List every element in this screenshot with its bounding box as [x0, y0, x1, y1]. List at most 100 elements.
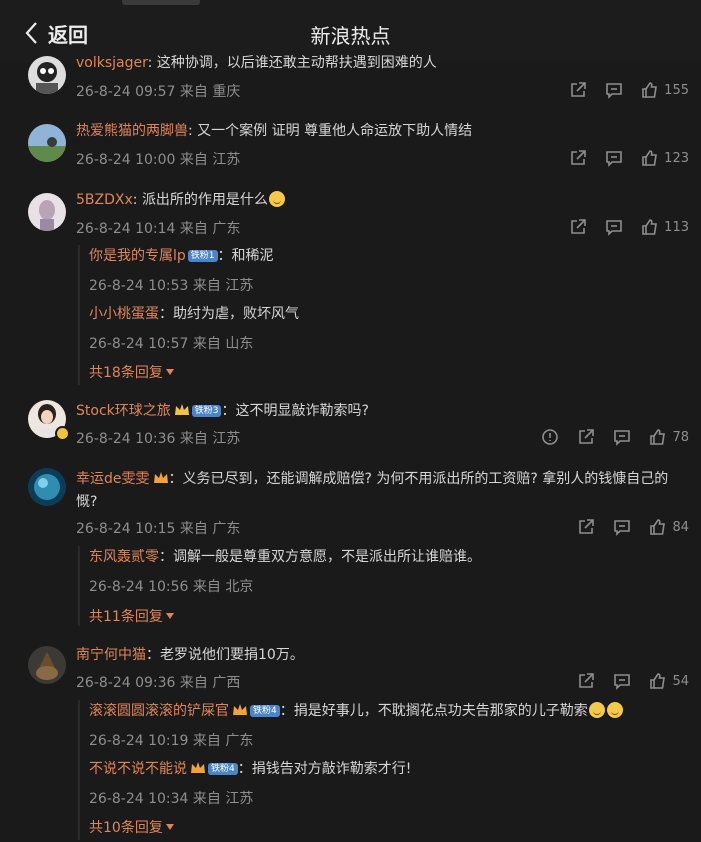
comment-icon — [606, 151, 622, 167]
emoji-icon — [588, 702, 605, 718]
reply-body: 调解一般是尊重双方意愿，不是派出所让谁赔谁。 — [173, 549, 481, 565]
comment-button[interactable] — [613, 518, 631, 536]
comment-body: 这种协调，以后谁还敢主动帮扶遇到困难的人 — [156, 55, 437, 71]
avatar[interactable] — [28, 646, 66, 684]
reply-username[interactable]: 东风轰贰零 — [89, 549, 159, 565]
separator: ： — [146, 647, 160, 663]
comment-button[interactable] — [613, 672, 631, 690]
like-button[interactable]: 123 — [641, 149, 689, 167]
reply-username[interactable]: 小小桃蛋蛋 — [89, 306, 159, 322]
separator: ： — [168, 471, 183, 487]
reply-body: 捐是好事儿，不耽搁花点功夫告那家的儿子勒索 — [293, 703, 588, 719]
comment-button[interactable] — [605, 218, 623, 236]
comment-body: 这不明显敲诈勒索吗? — [235, 403, 369, 419]
comment-icon — [614, 430, 631, 446]
comment-username[interactable]: 5BZDXx — [76, 192, 133, 208]
comment-username[interactable]: 幸运de雯雯 — [76, 471, 150, 487]
comment-text: Stock环球之旅 铁粉3 ：这不明显敲诈勒索吗? — [76, 400, 681, 423]
comment-actions: 54 — [559, 672, 689, 690]
comment-button[interactable] — [613, 428, 631, 446]
comment-location: 来自 广西 — [179, 675, 241, 691]
reply-thread: 你是我的专属lp 铁粉1 ：和稀泥 26-8-24 10:53 来自 江苏 小小桃蛋… — [78, 245, 688, 385]
share-button[interactable] — [577, 672, 595, 690]
report-button[interactable] — [541, 428, 559, 446]
comment-icon — [606, 83, 622, 99]
comment-icon — [614, 520, 631, 536]
verified-badge — [55, 426, 70, 441]
avatar[interactable] — [28, 56, 66, 94]
comment-location: 来自 江苏 — [179, 431, 241, 447]
share-icon — [571, 150, 586, 165]
comment-actions: 123 — [551, 149, 689, 167]
share-button[interactable] — [569, 81, 587, 99]
avatar[interactable] — [28, 193, 66, 231]
comment-body: 又一个案例 证明 尊重他人命运放下助人情结 — [197, 123, 473, 139]
caret-down-icon — [165, 613, 174, 619]
more-replies-link[interactable]: 共10条回复 — [89, 817, 174, 837]
comment-button[interactable] — [605, 149, 623, 167]
comment-username[interactable]: Stock环球之旅 — [76, 403, 171, 419]
comment-icon — [606, 220, 622, 236]
share-icon — [579, 673, 595, 688]
comment-actions: 155 — [551, 81, 689, 99]
reply-location: 来自 广东 — [192, 733, 254, 749]
avatar[interactable] — [28, 124, 66, 162]
share-icon — [571, 219, 586, 234]
comment-time: 26-8-24 10:14 — [76, 221, 176, 237]
reply-time: 26-8-24 10:19 — [89, 733, 189, 749]
like-button[interactable]: 78 — [649, 428, 689, 446]
like-count: 113 — [664, 219, 689, 235]
reply-location: 来自 北京 — [192, 579, 254, 595]
more-replies-link[interactable]: 共11条回复 — [89, 606, 174, 626]
more-replies-label: 共11条回复 — [89, 609, 163, 625]
reply-location: 来自 江苏 — [192, 791, 254, 807]
comment-meta: 26-8-24 10:14 来自 广东 — [76, 218, 240, 238]
reply-item: 不说不说不能说 铁粉4 ：捐钱告对方敲诈勒索才行! 26-8-24 10:34 来自… — [89, 758, 688, 808]
reply-body: 捐钱告对方敲诈勒索才行! — [251, 761, 412, 777]
separator: ： — [217, 248, 232, 264]
fan-badge: 铁粉3 — [191, 405, 222, 417]
separator: ： — [159, 306, 173, 322]
like-button[interactable]: 84 — [649, 518, 689, 536]
reply-item: 东风轰贰零：调解一般是尊重双方意愿，不是派出所让谁赔谁。 26-8-24 10:… — [89, 546, 688, 596]
crown-icon — [191, 762, 205, 773]
comment-username[interactable]: volksjager — [76, 55, 148, 71]
comment-meta: 26-8-24 10:15 来自 广东 — [76, 518, 240, 538]
share-button[interactable] — [577, 518, 595, 536]
comment-location: 来自 江苏 — [179, 152, 241, 168]
share-icon — [579, 519, 595, 534]
comment-actions: 113 — [551, 218, 689, 236]
separator: ： — [237, 761, 252, 777]
emoji-icon — [606, 702, 623, 718]
share-button[interactable] — [569, 218, 587, 236]
comment-time: 26-8-24 09:57 — [76, 84, 176, 100]
like-button[interactable]: 155 — [641, 81, 689, 99]
separator: : — [188, 123, 198, 139]
like-button[interactable]: 113 — [641, 218, 689, 236]
more-replies-label: 共10条回复 — [89, 820, 163, 836]
separator: ： — [159, 549, 173, 565]
like-button[interactable]: 54 — [649, 672, 689, 690]
avatar[interactable] — [28, 468, 66, 506]
share-button[interactable] — [569, 149, 587, 167]
reply-body: 助纣为虐，败坏风气 — [173, 306, 299, 322]
comment-button[interactable] — [605, 81, 623, 99]
comment-username[interactable]: 热爱熊猫的两脚兽 — [76, 123, 188, 139]
more-replies-link[interactable]: 共18条回复 — [89, 362, 174, 382]
comment-username[interactable]: 南宁何中猫 — [76, 647, 146, 663]
comment-location: 来自 重庆 — [179, 84, 241, 100]
comment-time: 26-8-24 10:36 — [76, 431, 176, 447]
share-button[interactable] — [577, 428, 595, 446]
reply-username[interactable]: 你是我的专属lp — [89, 248, 186, 264]
comment-meta: 26-8-24 10:36 来自 江苏 — [76, 428, 240, 448]
reply-time: 26-8-24 10:56 — [89, 579, 189, 595]
fan-badge: 铁粉4 — [250, 705, 280, 717]
like-count: 78 — [672, 429, 689, 445]
reply-username[interactable]: 滚滚圆圆滚滚的铲屎官 — [89, 703, 229, 719]
comment-actions: 84 — [559, 518, 689, 536]
reply-thread: 东风轰贰零：调解一般是尊重双方意愿，不是派出所让谁赔谁。 26-8-24 10:… — [78, 546, 688, 626]
reply-username[interactable]: 不说不说不能说 — [89, 761, 187, 777]
separator: : — [147, 55, 157, 71]
comment-meta: 26-8-24 09:36 来自 广西 — [76, 672, 240, 692]
reply-location: 来自 山东 — [192, 336, 254, 352]
